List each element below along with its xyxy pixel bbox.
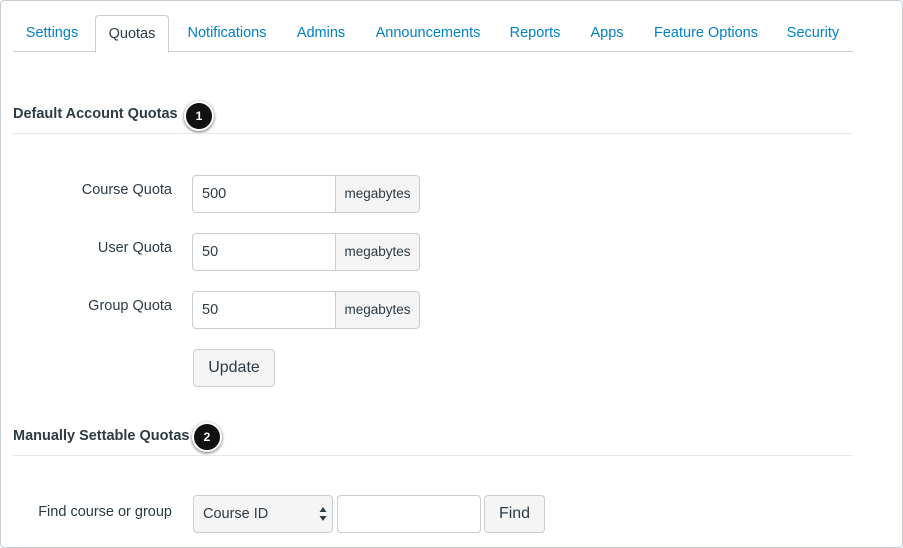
- user-quota-unit: megabytes: [335, 233, 420, 271]
- group-quota-group: megabytes: [192, 291, 420, 329]
- update-button[interactable]: Update: [193, 349, 275, 387]
- tab-feature-options[interactable]: Feature Options: [653, 15, 759, 52]
- user-quota-group: megabytes: [192, 233, 420, 271]
- tab-announcements[interactable]: Announcements: [373, 15, 483, 52]
- quotas-panel: Settings Quotas Notifications Admins Ann…: [0, 0, 903, 548]
- group-quota-label: Group Quota: [88, 298, 172, 314]
- find-course-label: Find course or group: [38, 504, 172, 520]
- select-arrows-icon: [319, 507, 327, 521]
- tab-security[interactable]: Security: [785, 15, 841, 52]
- default-quotas-heading: Default Account Quotas: [13, 106, 178, 122]
- group-quota-input[interactable]: [192, 291, 336, 329]
- tab-reports[interactable]: Reports: [507, 15, 563, 52]
- section-divider: [13, 455, 853, 456]
- course-quota-input[interactable]: [192, 175, 336, 213]
- group-quota-unit: megabytes: [335, 291, 420, 329]
- tab-notifications[interactable]: Notifications: [177, 15, 277, 52]
- user-quota-input[interactable]: [192, 233, 336, 271]
- find-search-input[interactable]: [337, 495, 481, 533]
- tab-admins[interactable]: Admins: [293, 15, 349, 52]
- course-quota-label: Course Quota: [81, 182, 172, 198]
- tab-apps[interactable]: Apps: [589, 15, 625, 52]
- course-quota-unit: megabytes: [335, 175, 420, 213]
- tab-settings[interactable]: Settings: [13, 15, 91, 52]
- section-divider: [13, 133, 853, 134]
- id-type-select[interactable]: Course ID: [193, 495, 333, 533]
- tab-bar: Settings Quotas Notifications Admins Ann…: [13, 15, 853, 53]
- callout-badge-1: 1: [184, 101, 214, 131]
- user-quota-label: User Quota: [97, 240, 172, 256]
- callout-badge-2: 2: [192, 422, 222, 452]
- id-type-select-value: Course ID: [203, 506, 269, 522]
- course-quota-group: megabytes: [192, 175, 420, 213]
- find-button[interactable]: Find: [484, 495, 545, 533]
- manual-quotas-heading: Manually Settable Quotas: [13, 428, 190, 444]
- tab-quotas[interactable]: Quotas: [95, 15, 169, 53]
